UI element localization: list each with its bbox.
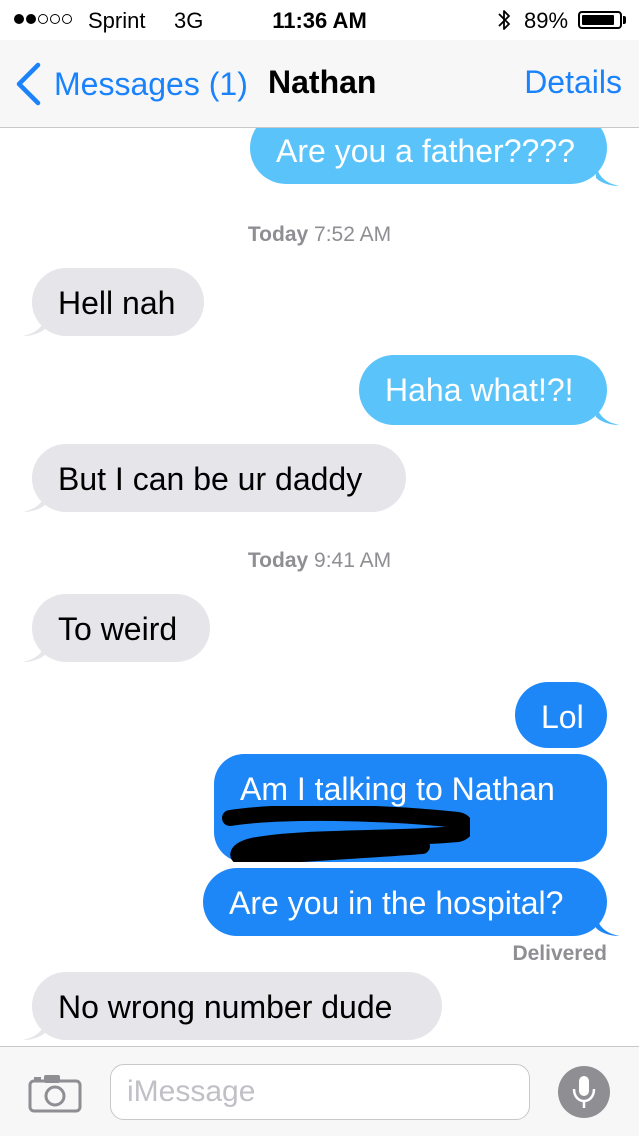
microphone-icon [572, 1076, 596, 1108]
timestamp: Today 9:41 AM [0, 549, 639, 573]
message-bubble-incoming[interactable]: To weird [32, 594, 210, 662]
message-text: Am I talking to Nathan [240, 771, 555, 807]
navigation-bar: Messages (1) Nathan Details [0, 40, 639, 128]
bubble-tail [22, 490, 46, 512]
bubble-tail [596, 914, 620, 936]
back-label: Messages (1) [54, 65, 248, 102]
bubble-tail [596, 164, 620, 186]
delivered-status: Delivered [512, 942, 607, 965]
conversation-title: Nathan [268, 64, 377, 100]
message-text: Hell nah [58, 285, 176, 321]
timestamp-time: 7:52 AM [314, 223, 392, 246]
message-text: To weird [58, 611, 178, 647]
bluetooth-icon [498, 10, 510, 30]
message-bubble-incoming[interactable]: But I can be ur daddy [32, 444, 406, 512]
details-button[interactable]: Details [524, 64, 622, 101]
camera-icon[interactable] [28, 1073, 82, 1113]
timestamp-time: 9:41 AM [314, 549, 392, 572]
timestamp-day: Today [247, 549, 309, 572]
bubble-tail [22, 314, 46, 336]
timestamp-day: Today [247, 223, 309, 246]
message-text: No wrong number dude [58, 989, 393, 1025]
message-text: But I can be ur daddy [58, 461, 363, 497]
message-text: Haha what!?! [385, 372, 574, 408]
battery-tip [623, 16, 626, 24]
microphone-button[interactable] [558, 1066, 610, 1118]
battery-percentage: 89% [524, 8, 569, 33]
message-thread[interactable]: Are you a father???? Today 7:52 AM Hell … [0, 128, 639, 1046]
message-bubble-incoming[interactable]: Hell nah [32, 268, 204, 336]
message-bubble-outgoing[interactable]: Haha what!?! [359, 355, 607, 425]
message-text: Are you a father???? [276, 133, 575, 169]
compose-bar [0, 1046, 639, 1136]
battery-icon [578, 11, 622, 29]
message-input[interactable] [110, 1064, 530, 1120]
bubble-tail [596, 403, 620, 425]
message-bubble-incoming[interactable]: No wrong number dude [32, 972, 442, 1040]
message-bubble-outgoing[interactable]: Lol [515, 682, 607, 748]
timestamp: Today 7:52 AM [0, 223, 639, 247]
message-bubble-outgoing[interactable]: Are you a father???? [250, 128, 607, 184]
chevron-left-icon [16, 62, 41, 106]
message-text: Are you in the hospital? [229, 885, 564, 921]
back-button[interactable]: Messages (1) [14, 62, 248, 106]
message-text: Lol [541, 699, 584, 735]
status-bar: Sprint 3G 11:36 AM 89% [0, 0, 639, 40]
redaction-scribble [222, 806, 470, 862]
bubble-tail [22, 1018, 46, 1040]
battery-level [582, 15, 615, 25]
bubble-tail [22, 640, 46, 662]
message-bubble-outgoing[interactable]: Are you in the hospital? [203, 868, 607, 936]
